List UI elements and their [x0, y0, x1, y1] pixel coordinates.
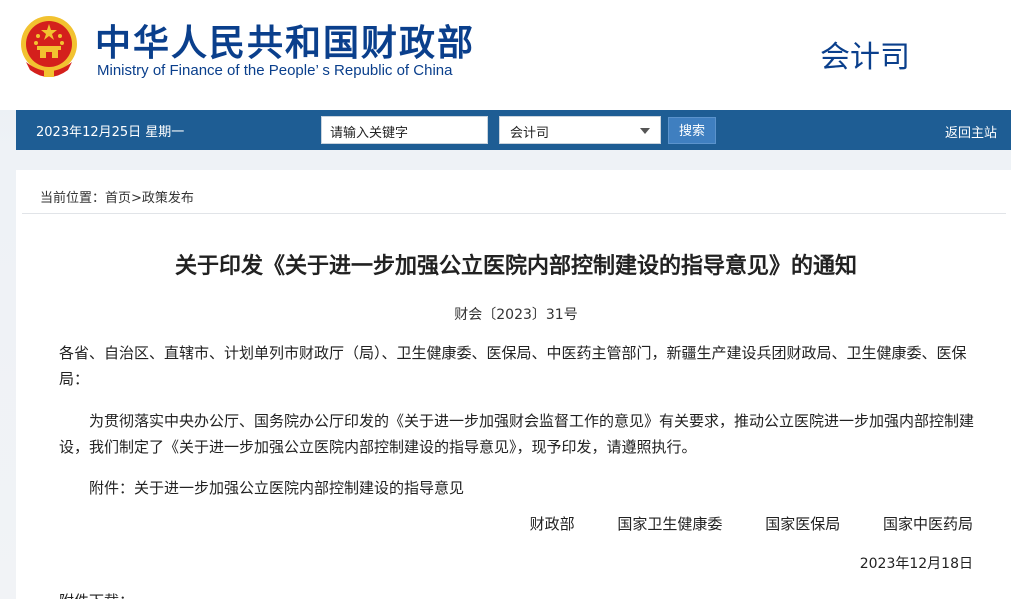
site-header: 中华人民共和国财政部 Ministry of Finance of the Pe… — [0, 0, 1011, 110]
breadcrumb-path[interactable]: 首页>政策发布 — [105, 191, 194, 206]
content-panel: 当前位置：首页>政策发布 关于印发《关于进一步加强公立医院内部控制建设的指导意见… — [16, 170, 1011, 599]
national-emblem-icon — [21, 16, 77, 77]
article-title: 关于印发《关于进一步加强公立医院内部控制建设的指导意见》的通知 — [174, 254, 857, 279]
search-input[interactable]: 请输入关键字 — [321, 116, 488, 144]
signer: 国家中医药局 — [882, 515, 973, 533]
site-title-en: Ministry of Finance of the People’ s Rep… — [97, 62, 453, 79]
search-button[interactable]: 搜索 — [668, 117, 716, 144]
article-attachment-note: 附件：关于进一步加强公立医院内部控制建设的指导意见 — [89, 479, 465, 497]
document-number: 财会〔2023〕31号 — [454, 307, 578, 323]
home-link[interactable]: 返回主站 — [945, 122, 997, 141]
signer: 国家卫生健康委 — [617, 515, 723, 533]
scope-select[interactable]: 会计司 — [499, 116, 661, 144]
breadcrumb-prefix: 当前位置： — [40, 191, 106, 206]
breadcrumb: 当前位置：首页>政策发布 — [40, 187, 194, 206]
chevron-down-icon — [640, 128, 650, 134]
current-date: 2023年12月25日 星期一 — [36, 125, 185, 140]
divider — [22, 213, 1006, 214]
signer: 国家医保局 — [765, 515, 841, 533]
site-title-cn: 中华人民共和国财政部 — [95, 22, 476, 64]
scope-select-value: 会计司 — [510, 126, 550, 141]
department-name: 会计司 — [820, 41, 910, 74]
attachment-download-label: 附件下载： — [59, 590, 134, 599]
article-body: 为贯彻落实中央办公厅、国务院办公厅印发的《关于进一步加强财会监督工作的意见》有关… — [59, 412, 975, 456]
signer: 财政部 — [529, 515, 575, 533]
nav-bar: 2023年12月25日 星期一 请输入关键字 会计司 搜索 返回主站 — [16, 110, 1011, 150]
article-addressees: 各省、自治区、直辖市、计划单列市财政厅（局）、卫生健康委、医保局、中医药主管部门… — [59, 344, 967, 388]
signers: 财政部 国家卫生健康委 国家医保局 国家中医药局 — [492, 513, 973, 534]
signing-date: 2023年12月18日 — [859, 556, 973, 572]
